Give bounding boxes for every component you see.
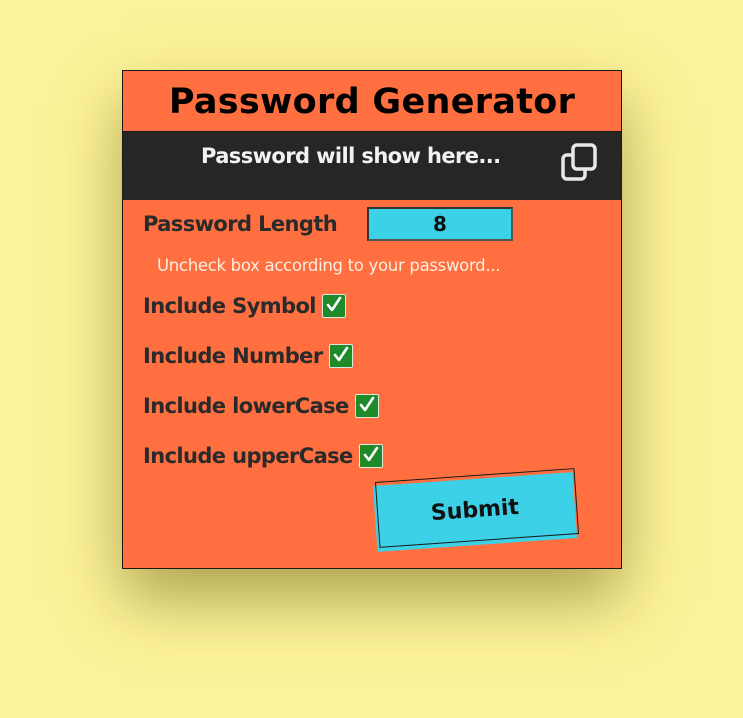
length-input[interactable] [367, 207, 513, 241]
option-lowercase: Include lowerCase [143, 391, 379, 421]
length-label: Password Length [143, 212, 338, 236]
password-output[interactable]: Password will show here... [201, 144, 501, 168]
copy-icon[interactable] [558, 141, 602, 185]
lowercase-checkbox[interactable] [354, 394, 379, 418]
password-result-bar: Password will show here... [123, 132, 621, 200]
option-label: Include upperCase [143, 444, 353, 468]
option-number: Include Number [143, 341, 353, 371]
option-uppercase: Include upperCase [143, 441, 383, 471]
hint-text: Uncheck box according to your password..… [157, 256, 501, 275]
submit-button-group: Submit [372, 468, 581, 552]
option-label: Include Symbol [143, 294, 317, 318]
option-label: Include lowerCase [143, 394, 349, 418]
page-title: Password Generator [123, 71, 621, 132]
option-symbol: Include Symbol [143, 291, 346, 321]
option-label: Include Number [143, 344, 323, 368]
uppercase-checkbox[interactable] [358, 444, 383, 468]
password-generator-card: Password Generator Password will show he… [122, 70, 622, 569]
number-checkbox[interactable] [328, 344, 353, 368]
submit-button[interactable]: Submit [373, 468, 578, 554]
symbol-checkbox[interactable] [321, 294, 346, 318]
